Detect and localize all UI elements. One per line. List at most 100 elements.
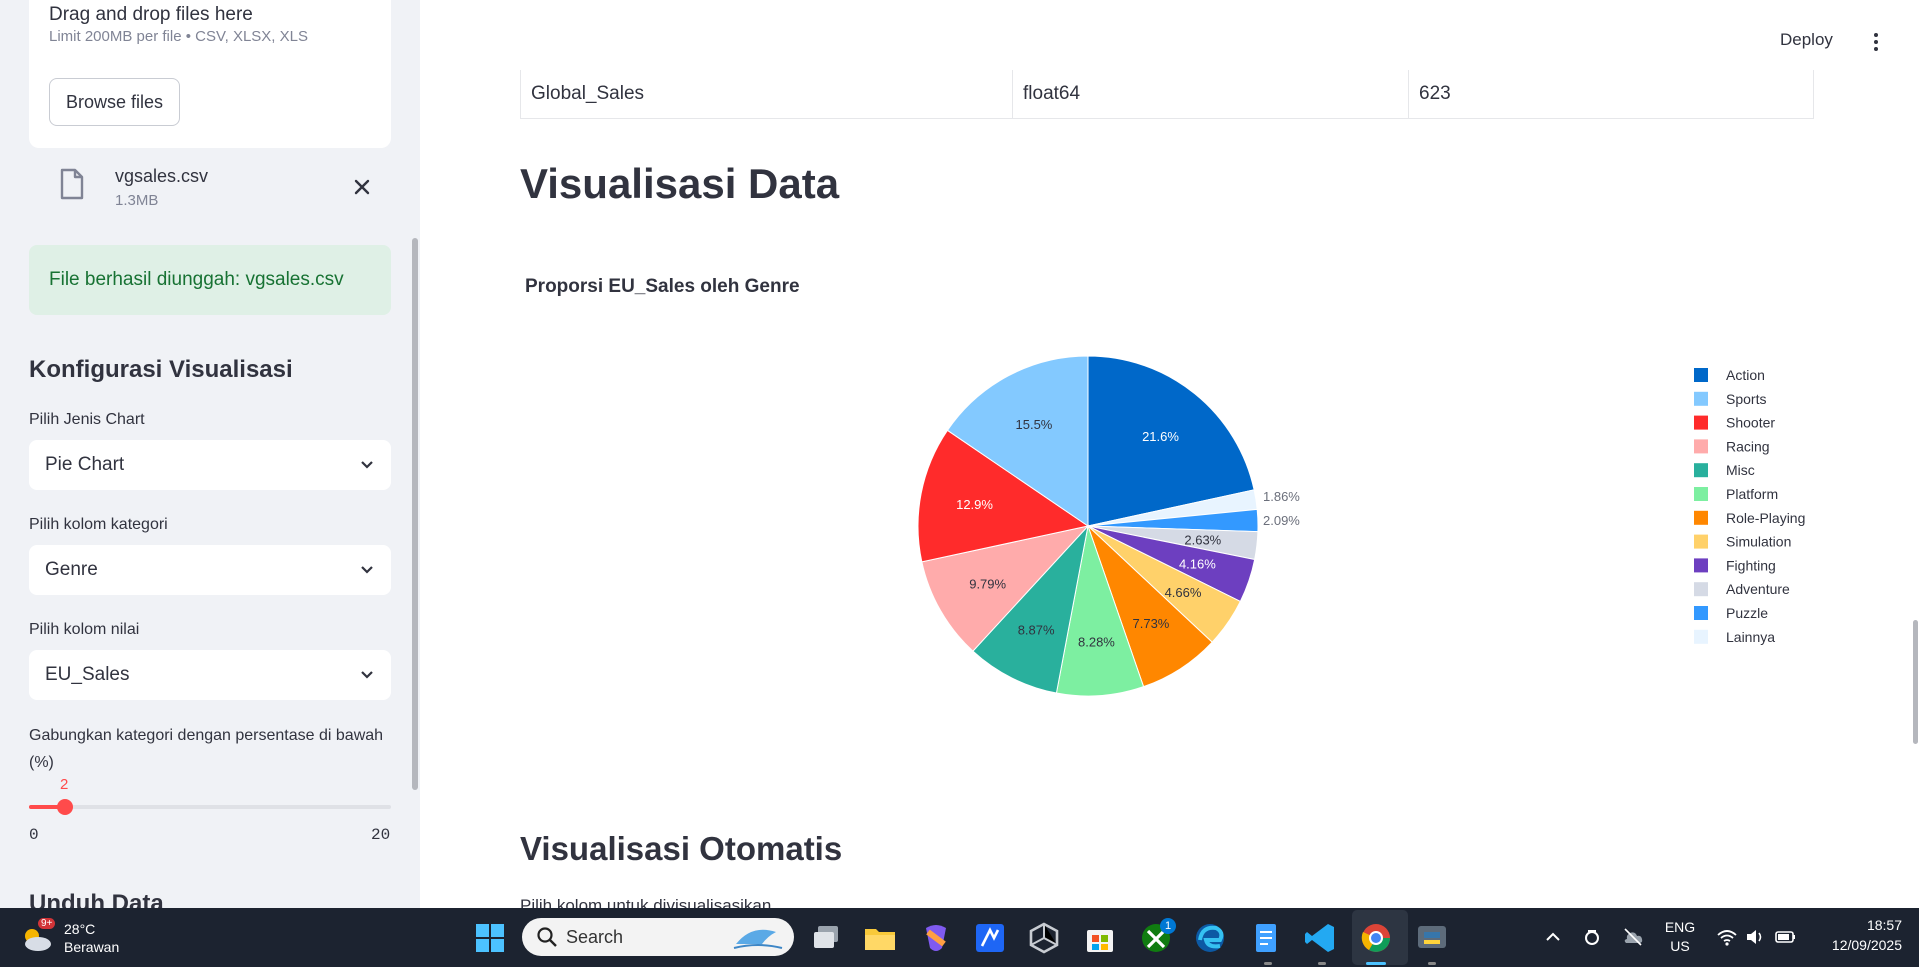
cloud-off-icon[interactable] [1622, 927, 1644, 947]
legend-swatch-adventure[interactable] [1694, 582, 1708, 597]
chart-type-label: Pilih Jenis Chart [29, 411, 145, 428]
weather-condition: Berawan [64, 939, 120, 955]
weather-widget[interactable]: 9+ 28°C Berawan [20, 918, 140, 958]
legend-swatch-racing[interactable] [1694, 439, 1708, 454]
pie-label-sports: 15.5% [1016, 417, 1053, 432]
chrome-icon[interactable] [1358, 920, 1394, 956]
file-uploader-dropzone[interactable]: Drag and drop files here Limit 200MB per… [29, 0, 391, 148]
legend-label-misc[interactable]: Misc [1726, 462, 1755, 478]
main-content: Deploy Global_Sales float64 623 Visualis… [420, 0, 1919, 908]
pie-label-adventure: 2.63% [1184, 532, 1221, 547]
browse-files-button[interactable]: Browse files [49, 78, 180, 126]
legend-label-racing[interactable]: Racing [1726, 438, 1770, 454]
legend-swatch-simulation[interactable] [1694, 534, 1708, 549]
copilot-icon[interactable] [918, 920, 954, 956]
chart-type-value: Pie Chart [45, 454, 125, 475]
battery-icon[interactable] [1774, 927, 1798, 947]
pie-label-shooter: 12.9% [956, 497, 993, 512]
legend-swatch-shooter[interactable] [1694, 415, 1708, 430]
value-column-value: EU_Sales [45, 664, 130, 685]
chevron-down-icon [361, 461, 373, 469]
legend-label-sports[interactable]: Sports [1726, 391, 1766, 407]
chevron-down-icon [361, 566, 373, 574]
category-column-label: Pilih kolom kategori [29, 516, 168, 533]
legend-label-lainnya[interactable]: Lainnya [1726, 629, 1775, 645]
slider-value: 2 [60, 776, 69, 793]
category-column-value: Genre [45, 559, 98, 580]
slider-max: 20 [371, 826, 391, 844]
search-placeholder: Search [566, 927, 624, 947]
config-heading: Konfigurasi Visualisasi [29, 356, 293, 383]
close-icon[interactable] [349, 174, 375, 200]
vscode-icon[interactable] [1302, 920, 1338, 956]
uploaded-file-row: vgsales.csv 1.3MB [29, 160, 391, 216]
sidebar: Drag and drop files here Limit 200MB per… [0, 0, 420, 908]
legend-swatch-sports[interactable] [1694, 391, 1708, 406]
pie-label-puzzle: 2.09% [1263, 513, 1300, 528]
slider-thumb[interactable] [57, 799, 74, 815]
volume-icon[interactable] [1744, 927, 1766, 947]
value-column-select[interactable]: EU_Sales [29, 650, 391, 700]
taskbar: 9+ 28°C Berawan Search 1 ENG US 18:57 12… [0, 908, 1919, 967]
wifi-icon[interactable] [1716, 927, 1738, 947]
legend-swatch-lainnya[interactable] [1694, 629, 1708, 644]
pie-label-role-playing: 7.73% [1133, 616, 1170, 631]
unity-icon[interactable] [1026, 920, 1062, 956]
category-column-select[interactable]: Genre [29, 545, 391, 595]
chart-type-select[interactable]: Pie Chart [29, 440, 391, 490]
helper-text: Pilih kolom untuk divisualisasikan [520, 896, 772, 908]
pie-label-fighting: 4.16% [1179, 556, 1216, 571]
clock-date[interactable]: 12/09/2025 [1810, 937, 1902, 953]
windows-start-icon[interactable] [472, 920, 508, 956]
sync-icon[interactable] [1582, 927, 1602, 947]
sidebar-scrollbar[interactable] [412, 238, 418, 790]
legend-label-simulation[interactable]: Simulation [1726, 534, 1791, 550]
edge-icon[interactable] [1192, 920, 1228, 956]
legend-swatch-puzzle[interactable] [1694, 606, 1708, 620]
vscode-running-indicator [1318, 962, 1326, 965]
taskbar-search[interactable]: Search [522, 918, 794, 956]
python-icon[interactable] [1414, 920, 1450, 956]
pie-label-platform: 8.28% [1078, 634, 1115, 649]
file-explorer-icon[interactable] [862, 920, 898, 956]
microsoft-store-icon[interactable] [1082, 920, 1118, 956]
uploader-limit: Limit 200MB per file • CSV, XLSX, XLS [49, 28, 308, 45]
legend-label-fighting[interactable]: Fighting [1726, 557, 1776, 573]
legend-swatch-misc[interactable] [1694, 463, 1708, 478]
legend-swatch-fighting[interactable] [1694, 558, 1708, 573]
app-blue-icon[interactable] [972, 920, 1008, 956]
legend-label-adventure[interactable]: Adventure [1726, 581, 1790, 597]
file-icon [60, 168, 84, 200]
uploader-title: Drag and drop files here [49, 4, 253, 25]
python-running-indicator [1428, 962, 1436, 965]
weather-badge: 9+ [38, 918, 56, 929]
pie-chart[interactable]: 21.6% 1.86% 2.09% 2.63% 4.16% 4.66% 7.73% 8.28%… [420, 0, 1919, 820]
success-alert: File berhasil diunggah: vgsales.csv [29, 245, 391, 315]
language-code[interactable]: ENG [1662, 919, 1698, 935]
notepad-running-indicator [1264, 962, 1272, 965]
dolphin-icon [733, 929, 783, 949]
legend-swatch-action[interactable] [1694, 368, 1708, 382]
legend-label-role-playing[interactable]: Role-Playing [1726, 510, 1805, 526]
task-view-icon[interactable] [808, 920, 844, 956]
app-notification-badge: 1 [1160, 918, 1176, 934]
merge-threshold-label: Gabungkan kategori dengan persentase di … [29, 727, 384, 771]
legend-label-action[interactable]: Action [1726, 367, 1765, 383]
notepad-icon[interactable] [1248, 920, 1284, 956]
main-scrollbar[interactable] [1913, 620, 1918, 744]
pie-label-racing: 9.79% [969, 576, 1006, 591]
slider-min: 0 [29, 826, 39, 844]
section-heading-auto: Visualisasi Otomatis [520, 830, 843, 867]
clock-time[interactable]: 18:57 [1830, 917, 1902, 933]
merge-threshold-slider[interactable] [29, 799, 391, 815]
pie-label-misc: 8.87% [1018, 622, 1055, 637]
region-code[interactable]: US [1662, 938, 1698, 954]
legend-label-puzzle[interactable]: Puzzle [1726, 605, 1768, 621]
chevron-up-icon[interactable] [1544, 928, 1562, 946]
chrome-active-indicator [1366, 962, 1386, 965]
legend-swatch-platform[interactable] [1694, 487, 1708, 501]
weather-temp: 28°C [64, 921, 96, 937]
legend-label-platform[interactable]: Platform [1726, 486, 1778, 502]
legend-label-shooter[interactable]: Shooter [1726, 415, 1775, 431]
legend-swatch-role-playing[interactable] [1694, 510, 1708, 525]
